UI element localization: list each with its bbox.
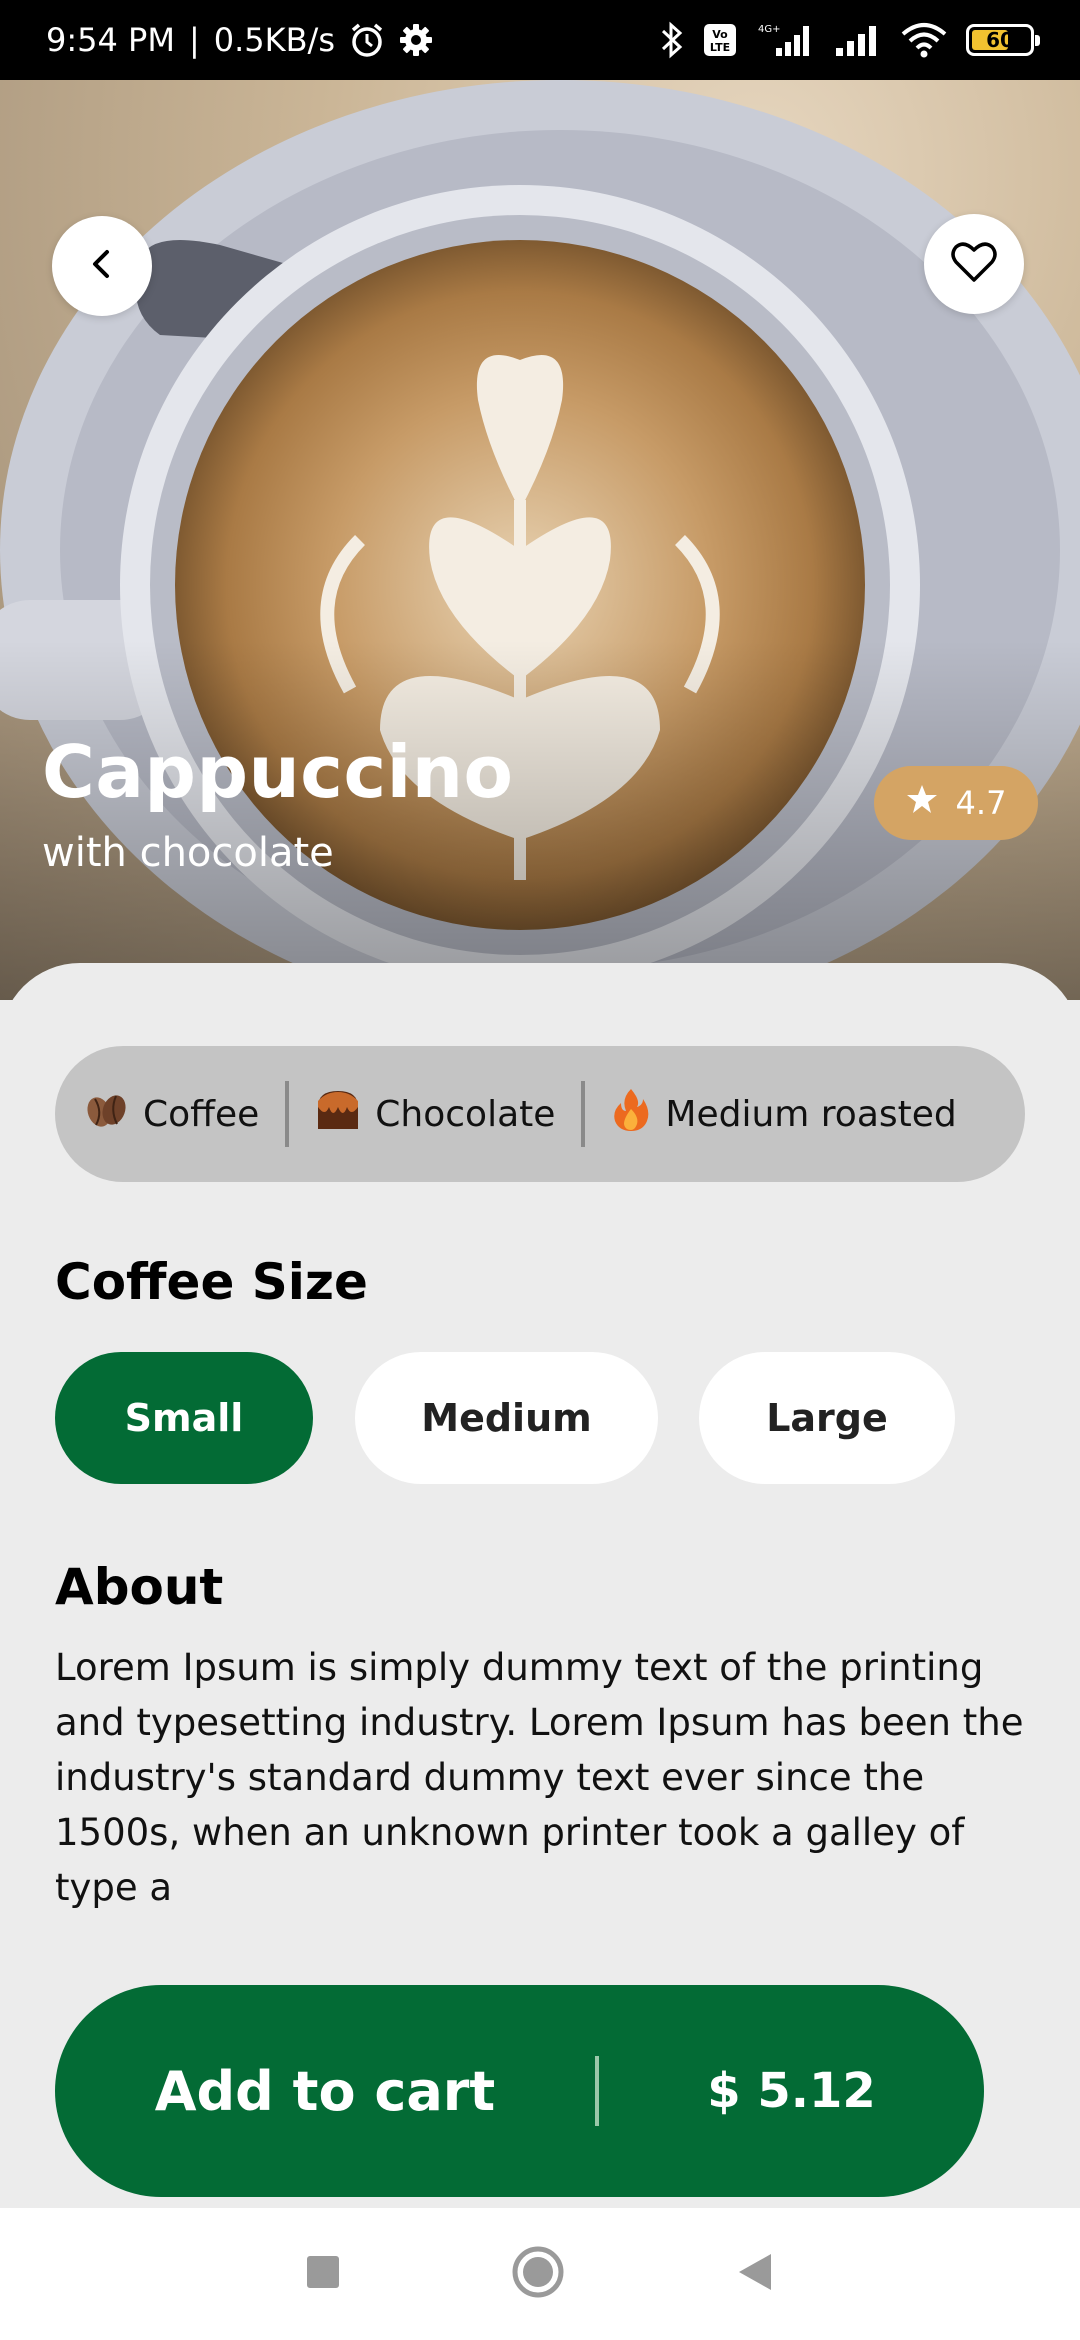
bluetooth-icon <box>660 21 684 59</box>
back-nav-button[interactable] <box>735 2252 775 2296</box>
tag-label: Chocolate <box>375 1093 556 1135</box>
chocolate-icon <box>315 1087 361 1142</box>
system-navigation-bar <box>0 2208 1080 2340</box>
about-title: About <box>55 1558 224 1616</box>
rating-badge: 4.7 <box>874 766 1038 840</box>
add-to-cart-label: Add to cart <box>154 2059 496 2123</box>
tag-label: Medium roasted <box>665 1093 957 1135</box>
tag-medium-roasted: Medium roasted <box>611 1087 957 1142</box>
tag-divider <box>581 1081 586 1147</box>
tag-chocolate: Chocolate <box>315 1087 555 1142</box>
status-left: 9:54 PM | 0.5KB/s <box>46 21 433 59</box>
svg-text:LTE: LTE <box>710 41 730 54</box>
wifi-icon <box>900 22 948 58</box>
status-right: Vo LTE 4G+ 60 <box>660 21 1040 59</box>
heart-icon <box>951 241 997 287</box>
home-button[interactable] <box>511 2245 565 2303</box>
status-network-speed: 0.5KB/s <box>213 21 335 59</box>
size-large-button[interactable]: Large <box>699 1352 955 1484</box>
product-title: Cappuccino <box>42 730 514 814</box>
volte-icon: Vo LTE <box>702 22 738 58</box>
status-bar: 9:54 PM | 0.5KB/s Vo LTE 4G+ 60 <box>0 0 1080 80</box>
product-details-sheet: Coffee Chocolate Medium roasted Coffee S… <box>0 963 1080 2208</box>
about-description: Lorem Ipsum is simply dummy text of the … <box>55 1646 1024 1909</box>
svg-text:Vo: Vo <box>712 28 728 41</box>
battery-icon: 60 <box>966 24 1040 56</box>
star-icon <box>906 783 938 823</box>
size-small-button[interactable]: Small <box>55 1352 313 1484</box>
flavor-tags: Coffee Chocolate Medium roasted <box>55 1046 1025 1182</box>
svg-text:4G+: 4G+ <box>758 24 781 35</box>
fire-icon <box>611 1087 651 1142</box>
recent-apps-button[interactable] <box>305 2254 341 2294</box>
favorite-button[interactable] <box>924 214 1024 314</box>
tag-label: Coffee <box>143 1093 260 1135</box>
product-subtitle: with chocolate <box>42 830 334 876</box>
chevron-left-icon <box>82 244 122 288</box>
status-separator: | <box>188 21 200 59</box>
settings-icon <box>399 23 433 57</box>
coffee-size-title: Coffee Size <box>55 1253 368 1311</box>
signal-icon: 4G+ <box>756 22 816 58</box>
tag-coffee: Coffee <box>83 1087 259 1142</box>
price-label: $ 5.12 <box>707 2063 876 2119</box>
status-time: 9:54 PM <box>46 21 175 59</box>
rating-value: 4.7 <box>955 784 1007 822</box>
back-button[interactable] <box>52 216 152 316</box>
alarm-icon <box>349 22 385 58</box>
add-to-cart-button[interactable]: Add to cart $ 5.12 <box>55 1985 984 2197</box>
battery-level: 60 <box>986 28 1014 52</box>
signal-icon <box>834 22 882 58</box>
coffee-bean-icon <box>83 1087 129 1142</box>
tag-divider <box>285 1081 290 1147</box>
size-medium-button[interactable]: Medium <box>355 1352 658 1484</box>
